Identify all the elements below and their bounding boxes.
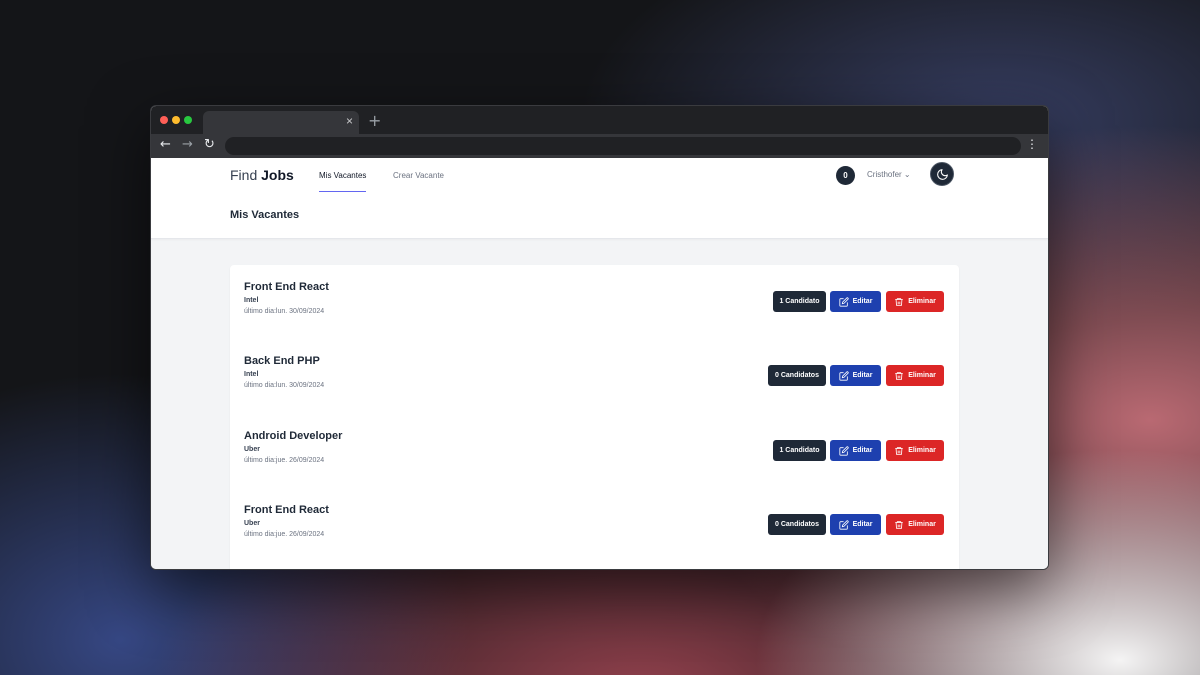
back-icon[interactable]: ← — [160, 137, 171, 152]
logo-light-text: Find — [230, 167, 258, 183]
job-row: Front End React Uber último dia:jue. 26/… — [230, 488, 959, 562]
job-last-day: último dia:lun. 30/09/2024 — [244, 308, 325, 315]
close-window-button[interactable] — [160, 116, 168, 124]
delete-label: Eliminar — [908, 372, 936, 379]
trash-icon — [895, 520, 903, 529]
edit-label: Editar — [852, 372, 873, 379]
job-company: Intel — [244, 297, 259, 304]
edit-icon — [838, 296, 849, 307]
candidates-button[interactable]: 1 Candidato — [773, 440, 826, 461]
edit-label: Editar — [852, 298, 873, 305]
delete-label: Eliminar — [908, 298, 936, 305]
user-name: Cristhofer — [867, 170, 902, 179]
candidates-button[interactable]: 1 Candidato — [773, 291, 826, 312]
nav-link-mis-vacantes[interactable]: Mis Vacantes — [319, 171, 367, 192]
browser-tab[interactable]: × — [203, 111, 359, 134]
edit-button[interactable]: Editar — [830, 291, 881, 312]
trash-icon — [895, 371, 903, 380]
candidates-button[interactable]: 0 Candidatos — [768, 365, 826, 386]
delete-button[interactable]: Eliminar — [886, 365, 944, 386]
edit-icon — [838, 519, 849, 530]
edit-button[interactable]: Editar — [830, 514, 881, 535]
logo-bold-text: Jobs — [261, 167, 294, 183]
job-title: Android Developer — [244, 430, 343, 442]
app-navbar: Find Jobs Mis Vacantes Crear Vacante 0 C… — [151, 158, 1048, 239]
reload-icon[interactable]: ↻ — [204, 137, 215, 152]
trash-icon — [895, 446, 903, 455]
jobs-list-card: Front End React Intel último dia:lun. 30… — [230, 265, 959, 569]
job-company: Uber — [244, 520, 260, 527]
delete-label: Eliminar — [908, 447, 936, 454]
browser-window: × + ← → ↻ ⋮ Find Jobs Mis Vacantes Crear… — [150, 105, 1049, 570]
user-menu[interactable]: Cristhofer ⌄ — [867, 170, 911, 179]
delete-button[interactable]: Eliminar — [886, 440, 944, 461]
job-last-day: último dia:lun. 30/09/2024 — [244, 382, 325, 389]
moon-icon — [937, 169, 948, 180]
browser-titlebar: × + — [151, 106, 1048, 134]
job-title: Back End PHP — [244, 355, 320, 367]
edit-icon — [838, 445, 849, 456]
job-title: Front End React — [244, 281, 329, 293]
job-row: Android Developer Uber último dia:jue. 2… — [230, 414, 959, 488]
job-row: Front End React Intel último dia:lun. 30… — [230, 265, 959, 339]
forward-icon[interactable]: → — [182, 137, 193, 152]
delete-label: Eliminar — [908, 521, 936, 528]
job-last-day: último dia:jue. 26/09/2024 — [244, 457, 325, 464]
job-title: Front End React — [244, 504, 329, 516]
maximize-window-button[interactable] — [184, 116, 192, 124]
edit-label: Editar — [852, 447, 873, 454]
edit-icon — [838, 370, 849, 381]
app-logo[interactable]: Find Jobs — [230, 167, 294, 183]
job-last-day: último dia:jue. 26/09/2024 — [244, 531, 325, 538]
minimize-window-button[interactable] — [172, 116, 180, 124]
delete-button[interactable]: Eliminar — [886, 291, 944, 312]
notifications-badge[interactable]: 0 — [836, 166, 855, 185]
job-company: Intel — [244, 371, 259, 378]
nav-link-crear-vacante[interactable]: Crear Vacante — [393, 171, 444, 180]
address-bar[interactable] — [225, 137, 1021, 155]
tab-close-icon[interactable]: × — [346, 114, 353, 128]
page-title: Mis Vacantes — [230, 209, 300, 221]
theme-toggle-button[interactable] — [930, 162, 954, 186]
candidates-button[interactable]: 0 Candidatos — [768, 514, 826, 535]
browser-menu-icon[interactable]: ⋮ — [1026, 137, 1038, 151]
edit-button[interactable]: Editar — [830, 365, 881, 386]
chevron-down-icon: ⌄ — [903, 170, 911, 179]
trash-icon — [895, 297, 903, 306]
edit-button[interactable]: Editar — [830, 440, 881, 461]
edit-label: Editar — [852, 521, 873, 528]
new-tab-icon[interactable]: + — [368, 111, 381, 130]
delete-button[interactable]: Eliminar — [886, 514, 944, 535]
browser-toolbar: ← → ↻ ⋮ — [151, 134, 1048, 158]
page-content: Find Jobs Mis Vacantes Crear Vacante 0 C… — [151, 158, 1048, 569]
job-row: Back End PHP Intel último dia:lun. 30/09… — [230, 339, 959, 413]
job-company: Uber — [244, 446, 260, 453]
